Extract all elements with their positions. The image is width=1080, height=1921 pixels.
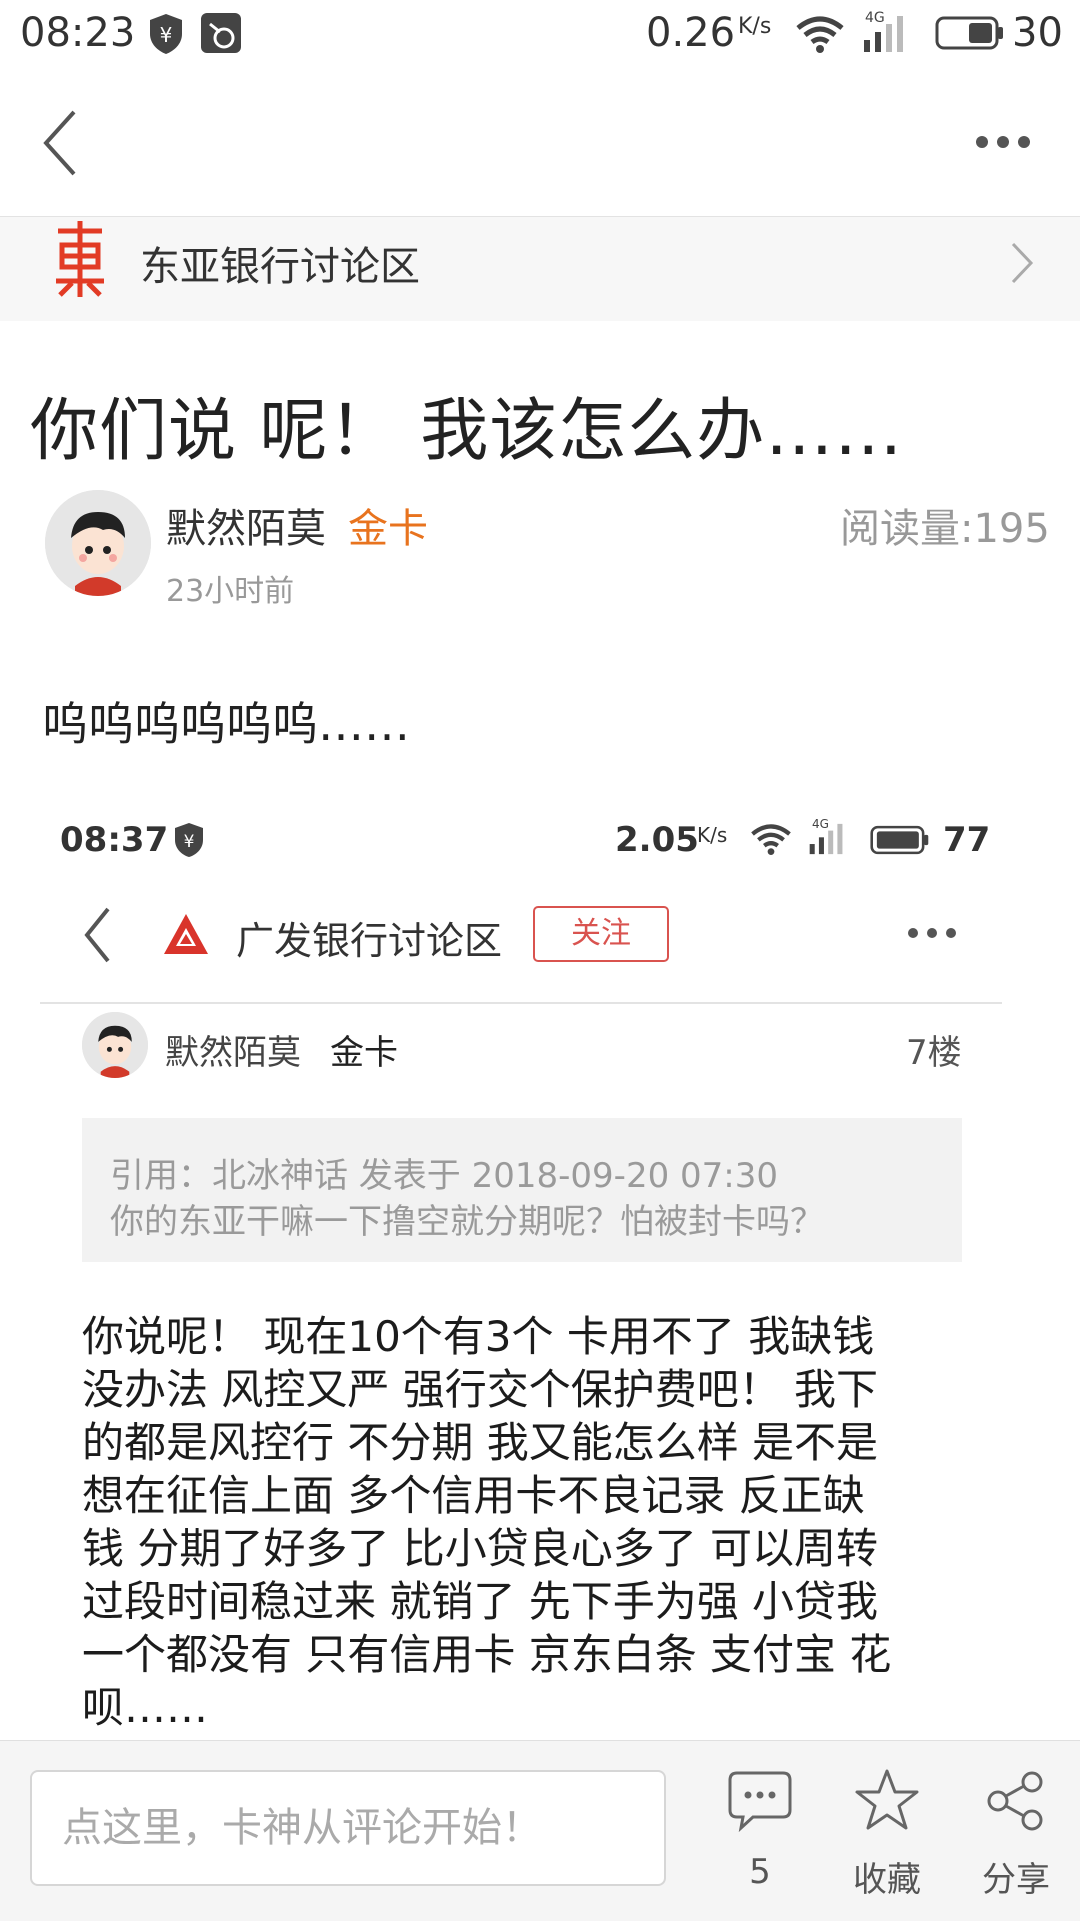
embedded-status-time: 08:37 (60, 820, 169, 860)
forum-name[interactable]: 东亚银行讨论区 (140, 234, 420, 292)
embedded-follow-button: 关注 (533, 906, 669, 962)
chevron-left-icon[interactable] (40, 108, 80, 182)
embedded-author: 默然陌莫 (165, 1033, 301, 1073)
network-speed: 0.26 (646, 10, 736, 56)
embedded-wifi-icon (750, 822, 792, 860)
embedded-battery-level: 77 (943, 820, 991, 860)
shield-icon: ¥ (148, 12, 184, 60)
embedded-speed-unit: K/s (697, 823, 728, 847)
reply-line: 钱 分期了好多了 比小贷良心多了 可以周转 (82, 1524, 879, 1573)
status-bar: 08:23 ¥ 0.26 K/s 4G 30 (0, 0, 1080, 70)
share-icon[interactable] (986, 1770, 1046, 1836)
reply-text: 你说呢！ 现在10个有3个 卡用不了 我缺钱 没办法 风控又严 强行交个保护费吧… (82, 1310, 982, 1734)
post-author[interactable]: 默然陌莫 (166, 496, 326, 554)
reply-line: 的都是风控行 不分期 我又能怎么样 是不是 (82, 1418, 879, 1467)
embedded-chevron-left-icon (82, 906, 112, 968)
comment-input[interactable]: 点这里，卡神从评论开始！ (30, 1770, 666, 1886)
embedded-divider (40, 1002, 1002, 1004)
nav-bar (0, 70, 1080, 217)
embedded-floor-number: 7楼 (906, 1033, 962, 1073)
wifi-icon (795, 14, 845, 58)
guangfa-bank-logo (162, 912, 210, 960)
author-badge: 金卡 (348, 506, 428, 552)
embedded-network-speed: 2.05 (615, 820, 699, 860)
reply-line: 一个都没有 只有信用卡 京东白条 支付宝 花 (82, 1630, 892, 1679)
post-title: 你们说 呢！ 我该怎么办…… (30, 392, 904, 471)
svg-text:¥: ¥ (160, 23, 173, 47)
reply-line: 你说呢！ 现在10个有3个 卡用不了 我缺钱 (82, 1312, 875, 1361)
battery-level: 30 (1012, 10, 1063, 56)
read-count: 阅读量:195 (840, 506, 1050, 552)
post-body: 呜呜呜呜呜呜…… (42, 697, 410, 751)
bank-of-east-asia-logo (52, 219, 108, 303)
reply-line: 想在征信上面 多个信用卡不良记录 反正缺 (82, 1471, 865, 1520)
favorite-label[interactable]: 收藏 (832, 1852, 942, 1901)
comment-icon[interactable] (727, 1770, 793, 1836)
app-notification-icon (200, 12, 242, 58)
embedded-avatar (82, 1012, 148, 1078)
network-speed-unit: K/s (738, 14, 772, 39)
reply-line: 呗…… (82, 1683, 209, 1732)
signal-icon (862, 14, 912, 58)
more-horizontal-icon[interactable] (976, 136, 1030, 148)
comment-count[interactable]: 5 (705, 1852, 815, 1892)
avatar[interactable] (45, 490, 151, 596)
post-time: 23小时前 (166, 574, 295, 609)
quote-header: 引用：北冰神话 发表于 2018-09-20 07:30 (110, 1156, 778, 1196)
embedded-battery-icon (870, 825, 930, 859)
share-label[interactable]: 分享 (961, 1852, 1071, 1901)
chevron-right-icon (1010, 241, 1034, 289)
battery-icon (935, 16, 1005, 54)
svg-text:¥: ¥ (184, 832, 195, 852)
reply-line: 没办法 风控又严 强行交个保护费吧！ 我下 (82, 1365, 879, 1414)
quote-text: 你的东亚干嘛一下撸空就分期呢？怕被封卡吗？ (110, 1202, 824, 1242)
star-icon[interactable] (854, 1768, 920, 1836)
embedded-more-icon (908, 928, 956, 938)
embedded-signal-icon (808, 822, 850, 860)
reply-line: 过段时间稳过来 就销了 先下手为强 小贷我 (82, 1577, 879, 1626)
embedded-forum-name: 广发银行讨论区 (236, 919, 503, 963)
embedded-author-badge: 金卡 (330, 1033, 398, 1073)
embedded-shield-icon: ¥ (174, 822, 204, 862)
status-time: 08:23 (20, 10, 136, 56)
